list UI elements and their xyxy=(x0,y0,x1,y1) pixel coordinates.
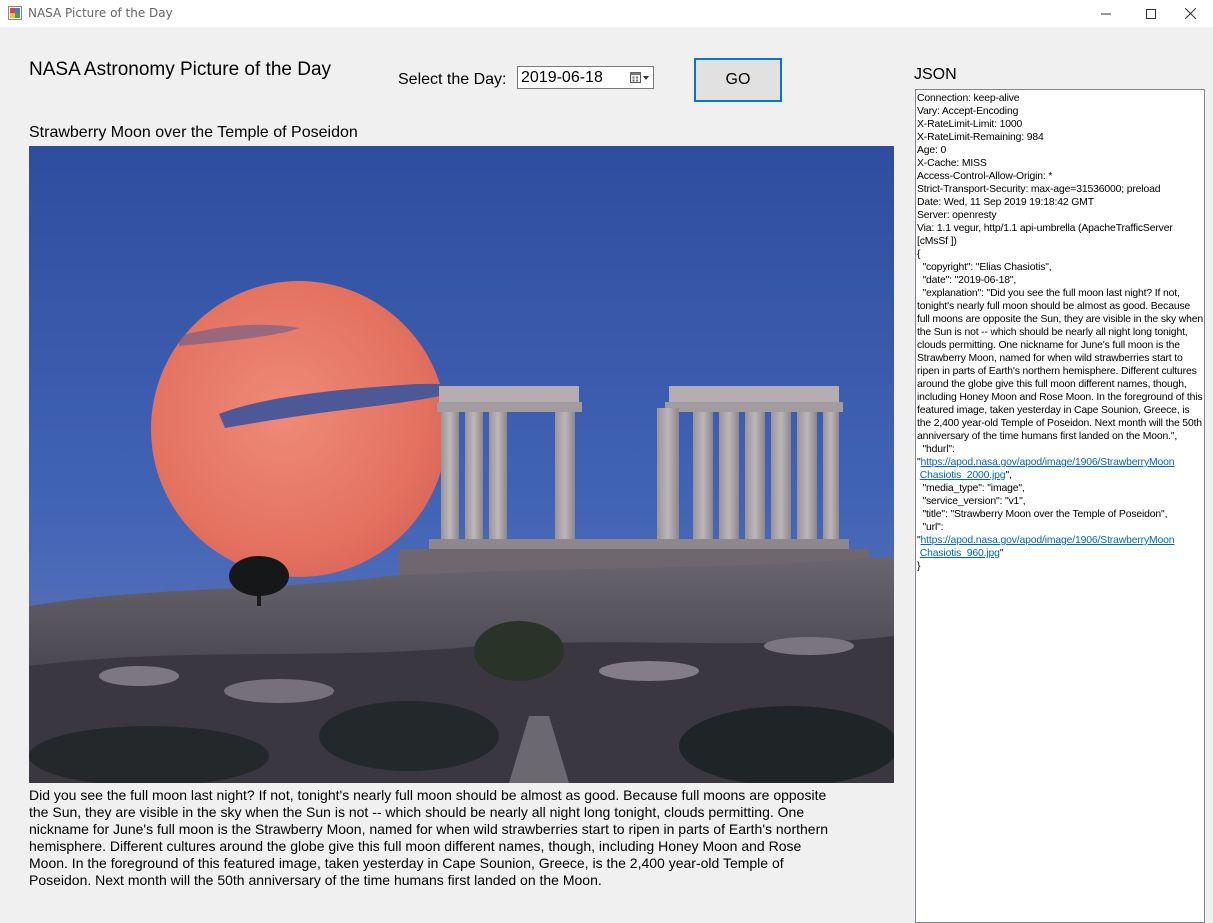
json-header-line: Via: 1.1 vegur, http/1.1 api-umbrella (A… xyxy=(917,223,1173,247)
date-picker[interactable]: 2019-06-18 xyxy=(517,66,654,89)
json-url-value: "https://apod.nasa.gov/apod/image/1906/S… xyxy=(917,534,1204,547)
explanation-text: Did you see the full moon last night? If… xyxy=(29,787,829,888)
json-header-line: Strict-Transport-Security: max-age=31536… xyxy=(917,184,1161,195)
json-url-value-cont: Chasiotis_960.jpg" xyxy=(917,547,1204,560)
maximize-button[interactable] xyxy=(1128,0,1173,27)
minimize-icon xyxy=(1100,13,1111,14)
json-header-line: Age: 0 xyxy=(917,145,947,156)
json-close-brace: } xyxy=(917,561,921,572)
title-bar: NASA Picture of the Day xyxy=(0,0,1213,27)
picture-title: Strawberry Moon over the Temple of Posei… xyxy=(29,124,358,141)
json-header-line: Server: openresty xyxy=(917,210,997,221)
json-header-line: X-RateLimit-Remaining: 984 xyxy=(917,132,1044,143)
quote: " xyxy=(999,548,1004,559)
json-media-type: "media_type": "image", xyxy=(917,483,1025,494)
minimize-button[interactable] xyxy=(1083,0,1128,27)
json-date: "date": "2019-06-18", xyxy=(917,275,1017,286)
apod-image xyxy=(29,146,894,783)
close-button[interactable] xyxy=(1168,0,1213,27)
json-copyright: "copyright": "Elias Chasiotis", xyxy=(917,262,1052,273)
json-header-line: X-RateLimit-Limit: 1000 xyxy=(917,119,1023,130)
json-url-key: "url": xyxy=(917,522,944,533)
app-icon xyxy=(8,6,22,20)
url-link-cont[interactable]: Chasiotis_960.jpg xyxy=(920,548,1000,559)
go-button[interactable]: GO xyxy=(694,58,782,102)
window-title: NASA Picture of the Day xyxy=(28,6,173,20)
json-header-line: Access-Control-Allow-Origin: * xyxy=(917,171,1053,182)
json-hdurl-value-cont: Chasiotis_2000.jpg", xyxy=(917,469,1204,482)
json-service-version: "service_version": "v1", xyxy=(917,496,1026,507)
json-open-brace: { xyxy=(917,249,921,260)
date-label: Select the Day: xyxy=(398,71,507,88)
json-header-line: Date: Wed, 11 Sep 2019 19:18:42 GMT xyxy=(917,197,1094,208)
app-heading: NASA Astronomy Picture of the Day xyxy=(29,59,332,80)
quote: ", xyxy=(1005,470,1012,481)
json-header-line: X-Cache: MISS xyxy=(917,158,987,169)
json-hdurl-key: "hdurl": xyxy=(917,444,955,455)
close-icon xyxy=(1185,8,1196,19)
maximize-icon xyxy=(1145,8,1156,19)
json-explanation: "explanation": "Did you see the full moo… xyxy=(917,288,1203,442)
json-textbox[interactable]: Connection: keep-alive Vary: Accept-Enco… xyxy=(915,89,1205,923)
hdurl-link-cont[interactable]: Chasiotis_2000.jpg xyxy=(920,470,1006,481)
json-header-line: Connection: keep-alive xyxy=(917,93,1020,104)
hdurl-link[interactable]: https://apod.nasa.gov/apod/image/1906/St… xyxy=(921,457,1175,468)
url-link[interactable]: https://apod.nasa.gov/apod/image/1906/St… xyxy=(921,535,1175,546)
json-hdurl-value: "https://apod.nasa.gov/apod/image/1906/S… xyxy=(917,456,1204,469)
json-label: JSON xyxy=(914,66,957,83)
json-title: "title": "Strawberry Moon over the Templ… xyxy=(917,509,1168,520)
calendar-dropdown-icon[interactable] xyxy=(630,72,650,84)
json-header-line: Vary: Accept-Encoding xyxy=(917,106,1019,117)
date-value[interactable]: 2019-06-18 xyxy=(521,69,603,87)
